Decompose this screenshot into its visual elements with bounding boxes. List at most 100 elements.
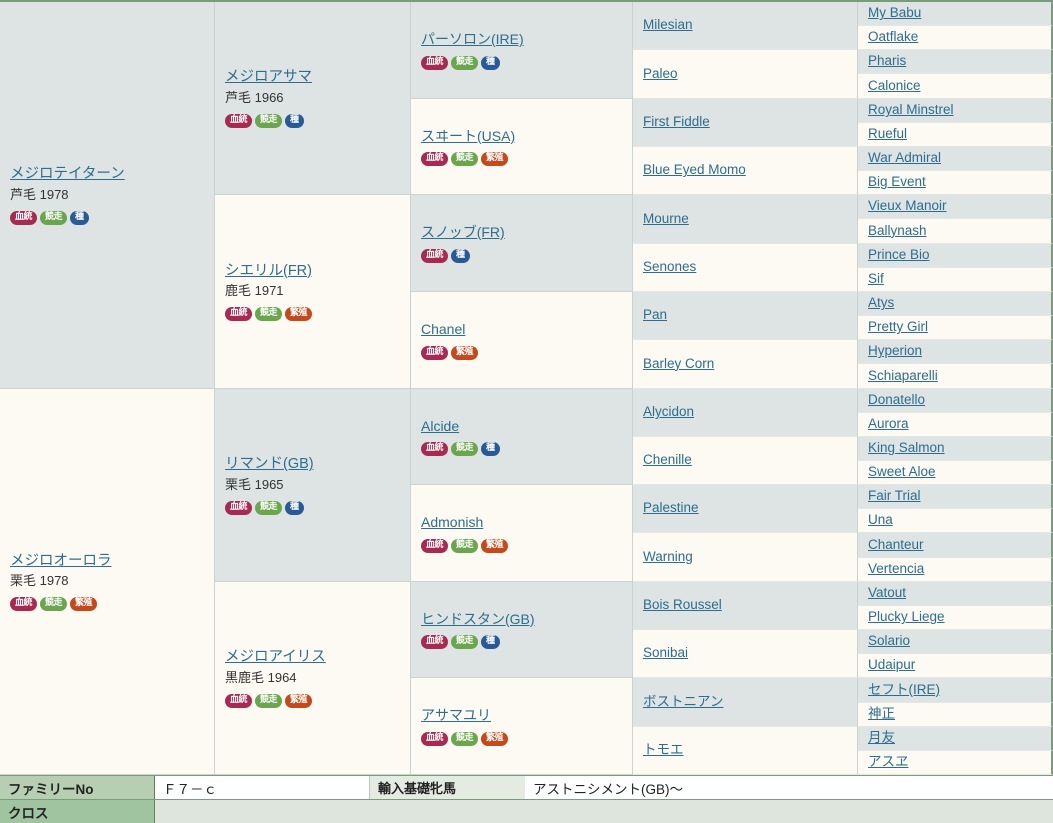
- badge-kyoso[interactable]: 競走: [451, 55, 479, 70]
- horse-name-link[interactable]: シエリル(FR): [225, 262, 312, 282]
- badge-tane[interactable]: 種: [481, 635, 500, 650]
- badge-ketto[interactable]: 血統: [421, 152, 449, 167]
- horse-name-link[interactable]: War Admiral: [868, 149, 941, 167]
- badge-hansyoku[interactable]: 繁殖: [481, 538, 509, 553]
- horse-name-link[interactable]: Fair Trial: [868, 487, 921, 505]
- horse-name-link[interactable]: スノッブ(FR): [421, 223, 505, 242]
- badge-ketto[interactable]: 血統: [225, 113, 253, 128]
- horse-name-link[interactable]: Solario: [868, 632, 910, 650]
- horse-name-link[interactable]: Blue Eyed Momo: [643, 161, 746, 179]
- horse-name-link[interactable]: Alycidon: [643, 403, 694, 421]
- horse-name-link[interactable]: Pan: [643, 306, 667, 324]
- badge-kyoso[interactable]: 競走: [451, 442, 479, 457]
- badge-ketto[interactable]: 血統: [421, 248, 449, 263]
- horse-name-link[interactable]: メジロアサマ: [225, 68, 312, 88]
- horse-name-link[interactable]: Donatello: [868, 391, 925, 409]
- horse-name-link[interactable]: Warning: [643, 548, 693, 566]
- horse-name-link[interactable]: Chanteur: [868, 536, 924, 554]
- horse-name-link[interactable]: リマンド(GB): [225, 455, 314, 475]
- badge-hansyoku[interactable]: 繁殖: [285, 307, 313, 322]
- horse-name-link[interactable]: Calonice: [868, 77, 921, 95]
- badge-hansyoku[interactable]: 繁殖: [481, 152, 509, 167]
- badge-kyoso[interactable]: 競走: [451, 635, 479, 650]
- horse-name-link[interactable]: Vertencia: [868, 560, 924, 578]
- horse-name-link[interactable]: 神正: [868, 705, 895, 723]
- horse-name-link[interactable]: Oatflake: [868, 28, 918, 46]
- horse-name-link[interactable]: Chenille: [643, 451, 692, 469]
- badge-tane[interactable]: 種: [481, 442, 500, 457]
- badge-ketto[interactable]: 血統: [421, 538, 449, 553]
- horse-name-link[interactable]: Sonibai: [643, 644, 688, 662]
- horse-name-link[interactable]: Vatout: [868, 584, 906, 602]
- badge-kyoso[interactable]: 競走: [451, 538, 479, 553]
- badge-tane[interactable]: 種: [285, 500, 304, 515]
- badge-tane[interactable]: 種: [481, 55, 500, 70]
- horse-name-link[interactable]: メジロテイターン: [10, 165, 125, 185]
- badge-kyoso[interactable]: 競走: [451, 731, 479, 746]
- horse-name-link[interactable]: Schiaparelli: [868, 367, 938, 385]
- horse-name-link[interactable]: Una: [868, 511, 893, 529]
- badge-ketto[interactable]: 血統: [225, 693, 253, 708]
- horse-name-link[interactable]: セフト(IRE): [868, 681, 940, 699]
- badge-ketto[interactable]: 血統: [421, 635, 449, 650]
- horse-name-link[interactable]: First Fiddle: [643, 113, 710, 131]
- horse-name-link[interactable]: Sif: [868, 270, 884, 288]
- badge-hansyoku[interactable]: 繁殖: [285, 693, 313, 708]
- horse-name-link[interactable]: Udaipur: [868, 656, 915, 674]
- badge-ketto[interactable]: 血統: [225, 500, 253, 515]
- horse-name-link[interactable]: Hyperion: [868, 342, 922, 360]
- horse-name-link[interactable]: Pharis: [868, 52, 906, 70]
- horse-name-link[interactable]: King Salmon: [868, 439, 945, 457]
- horse-name-link[interactable]: Sweet Aloe: [868, 463, 936, 481]
- badge-kyoso[interactable]: 競走: [451, 152, 479, 167]
- badge-ketto[interactable]: 血統: [10, 210, 38, 225]
- horse-name-link[interactable]: メジロオーロラ: [10, 552, 112, 572]
- horse-name-link[interactable]: My Babu: [868, 4, 921, 22]
- horse-name-link[interactable]: ボストニアン: [643, 693, 723, 711]
- horse-name-link[interactable]: Palestine: [643, 499, 699, 517]
- badge-ketto[interactable]: 血統: [10, 597, 38, 612]
- horse-name-link[interactable]: Rueful: [868, 125, 907, 143]
- horse-name-link[interactable]: Atys: [868, 294, 894, 312]
- badge-kyoso[interactable]: 競走: [255, 500, 283, 515]
- badge-ketto[interactable]: 血統: [225, 307, 253, 322]
- horse-name-link[interactable]: Alcide: [421, 417, 459, 436]
- horse-name-link[interactable]: Barley Corn: [643, 355, 714, 373]
- horse-name-link[interactable]: Ballynash: [868, 222, 927, 240]
- horse-name-link[interactable]: Bois Roussel: [643, 596, 722, 614]
- badge-ketto[interactable]: 血統: [421, 55, 449, 70]
- horse-name-link[interactable]: Mourne: [643, 210, 689, 228]
- horse-name-link[interactable]: Milesian: [643, 16, 693, 34]
- base-mare-value[interactable]: アストニシメント(GB)～: [525, 776, 1053, 799]
- badge-ketto[interactable]: 血統: [421, 442, 449, 457]
- horse-name-link[interactable]: アスヱ: [868, 753, 909, 771]
- horse-name-link[interactable]: アサマユリ: [421, 706, 491, 725]
- horse-name-link[interactable]: Big Event: [868, 173, 926, 191]
- horse-name-link[interactable]: Vieux Manoir: [868, 197, 947, 215]
- horse-name-link[interactable]: パーソロン(IRE): [421, 30, 524, 49]
- horse-name-link[interactable]: トモエ: [643, 741, 684, 759]
- badge-kyoso[interactable]: 競走: [255, 693, 283, 708]
- family-no-value[interactable]: Ｆ７－ｃ: [155, 776, 370, 799]
- horse-name-link[interactable]: Prince Bio: [868, 246, 930, 264]
- horse-name-link[interactable]: スヰート(USA): [421, 127, 515, 146]
- horse-name-link[interactable]: Senones: [643, 258, 696, 276]
- badge-hansyoku[interactable]: 繁殖: [70, 597, 98, 612]
- horse-name-link[interactable]: Chanel: [421, 320, 465, 339]
- horse-name-link[interactable]: メジロアイリス: [225, 648, 326, 668]
- badge-kyoso[interactable]: 競走: [255, 307, 283, 322]
- badge-kyoso[interactable]: 競走: [255, 113, 283, 128]
- horse-name-link[interactable]: ヒンドスタン(GB): [421, 610, 535, 629]
- horse-name-link[interactable]: Aurora: [868, 415, 909, 433]
- badge-tane[interactable]: 種: [451, 248, 470, 263]
- horse-name-link[interactable]: Plucky Liege: [868, 608, 945, 626]
- badge-kyoso[interactable]: 競走: [40, 210, 68, 225]
- badge-hansyoku[interactable]: 繁殖: [451, 345, 479, 360]
- badge-hansyoku[interactable]: 繁殖: [481, 731, 509, 746]
- horse-name-link[interactable]: Paleo: [643, 65, 678, 83]
- badge-kyoso[interactable]: 競走: [40, 597, 68, 612]
- horse-name-link[interactable]: Pretty Girl: [868, 318, 928, 336]
- horse-name-link[interactable]: Royal Minstrel: [868, 101, 954, 119]
- horse-name-link[interactable]: Admonish: [421, 513, 483, 532]
- horse-name-link[interactable]: 月友: [868, 729, 895, 747]
